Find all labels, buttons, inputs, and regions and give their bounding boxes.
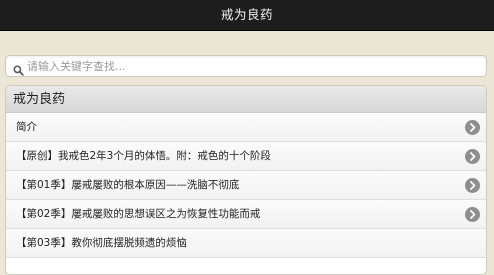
list-item-season-01[interactable]: 【第01季】屡戒屡败的根本原因——洗脑不彻底 [6,171,486,200]
search-box[interactable] [5,55,487,77]
title-bar: 戒为良药 [0,0,494,31]
chevron-right-icon [465,120,480,135]
list-item-label: 简介 [16,121,37,133]
list-item-label: 【第03季】教你彻底摆脱频遗的烦恼 [16,237,187,249]
list-item-original[interactable]: 【原创】我戒色2年3个月的体悟。附：戒色的十个阶段 [6,142,486,171]
list-item-label: 【第01季】屡戒屡败的根本原因——洗脑不彻底 [16,179,240,191]
article-list: 戒为良药 简介 【原创】我戒色2年3个月的体悟。附：戒色的十个阶段 【第01季】… [5,85,487,275]
chevron-right-icon [465,178,480,193]
list-item-label: 【原创】我戒色2年3个月的体悟。附：戒色的十个阶段 [16,150,271,162]
list-item-season-03[interactable]: 【第03季】教你彻底摆脱频遗的烦恼 [6,229,486,258]
search-input[interactable] [27,56,479,76]
chevron-right-icon [465,149,480,164]
search-icon [13,61,24,76]
list-item-label: 【第02季】屡戒屡败的思想误区之为恢复性功能而戒 [16,208,261,220]
list-item-season-02[interactable]: 【第02季】屡戒屡败的思想误区之为恢复性功能而戒 [6,200,486,229]
page-title: 戒为良药 [220,7,273,22]
list-heading: 戒为良药 [6,86,486,113]
list-item-intro[interactable]: 简介 [6,113,486,142]
chevron-right-icon [465,207,480,222]
